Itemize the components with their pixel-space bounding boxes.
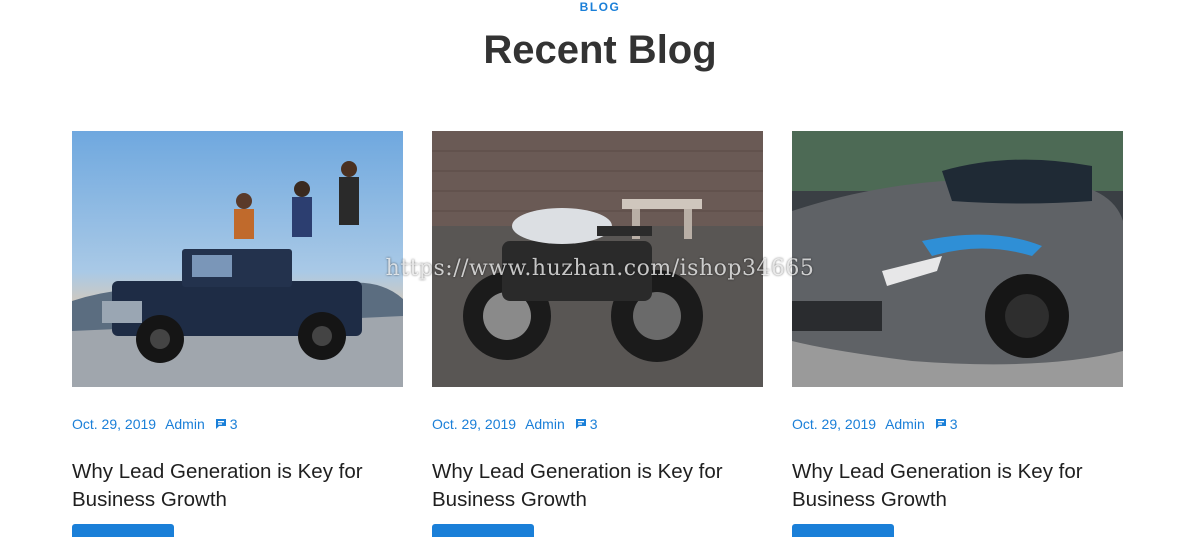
post-date[interactable]: Oct. 29, 2019: [792, 416, 876, 432]
blog-image-truck[interactable]: [72, 131, 403, 387]
post-title[interactable]: Why Lead Generation is Key for Business …: [792, 458, 1112, 514]
post-date[interactable]: Oct. 29, 2019: [72, 416, 156, 432]
post-comments[interactable]: 3: [215, 416, 238, 432]
blog-section: BLOG Recent Blog Oct. 29, 2019 Admin 3 W…: [0, 0, 1200, 537]
post-title[interactable]: Why Lead Generation is Key for Business …: [72, 458, 392, 514]
comment-icon: [215, 419, 226, 429]
comment-icon: [935, 419, 946, 429]
section-eyebrow: BLOG: [579, 0, 621, 14]
post-meta: Oct. 29, 2019 Admin 3: [432, 416, 763, 432]
blog-card: Oct. 29, 2019 Admin 3 Why Lead Generatio…: [432, 131, 763, 537]
post-title[interactable]: Why Lead Generation is Key for Business …: [432, 458, 752, 514]
post-author[interactable]: Admin: [885, 416, 925, 432]
blog-image-sports-car[interactable]: [792, 131, 1123, 387]
post-meta: Oct. 29, 2019 Admin 3: [72, 416, 403, 432]
section-title: Recent Blog: [483, 28, 717, 72]
post-meta: Oct. 29, 2019 Admin 3: [792, 416, 1123, 432]
blog-image-motorcycle[interactable]: [432, 131, 763, 387]
comment-count: 3: [589, 416, 598, 432]
blog-card: Oct. 29, 2019 Admin 3 Why Lead Generatio…: [792, 131, 1123, 537]
read-more-button[interactable]: Read more: [72, 524, 174, 537]
blog-grid: Oct. 29, 2019 Admin 3 Why Lead Generatio…: [72, 131, 1123, 537]
post-author[interactable]: Admin: [525, 416, 565, 432]
blog-card: Oct. 29, 2019 Admin 3 Why Lead Generatio…: [72, 131, 403, 537]
post-date[interactable]: Oct. 29, 2019: [432, 416, 516, 432]
read-more-button[interactable]: Read more: [432, 524, 534, 537]
comment-icon: [575, 419, 586, 429]
comment-count: 3: [229, 416, 238, 432]
read-more-button[interactable]: Read more: [792, 524, 894, 537]
post-comments[interactable]: 3: [575, 416, 598, 432]
post-comments[interactable]: 3: [935, 416, 958, 432]
post-author[interactable]: Admin: [165, 416, 205, 432]
comment-count: 3: [949, 416, 958, 432]
